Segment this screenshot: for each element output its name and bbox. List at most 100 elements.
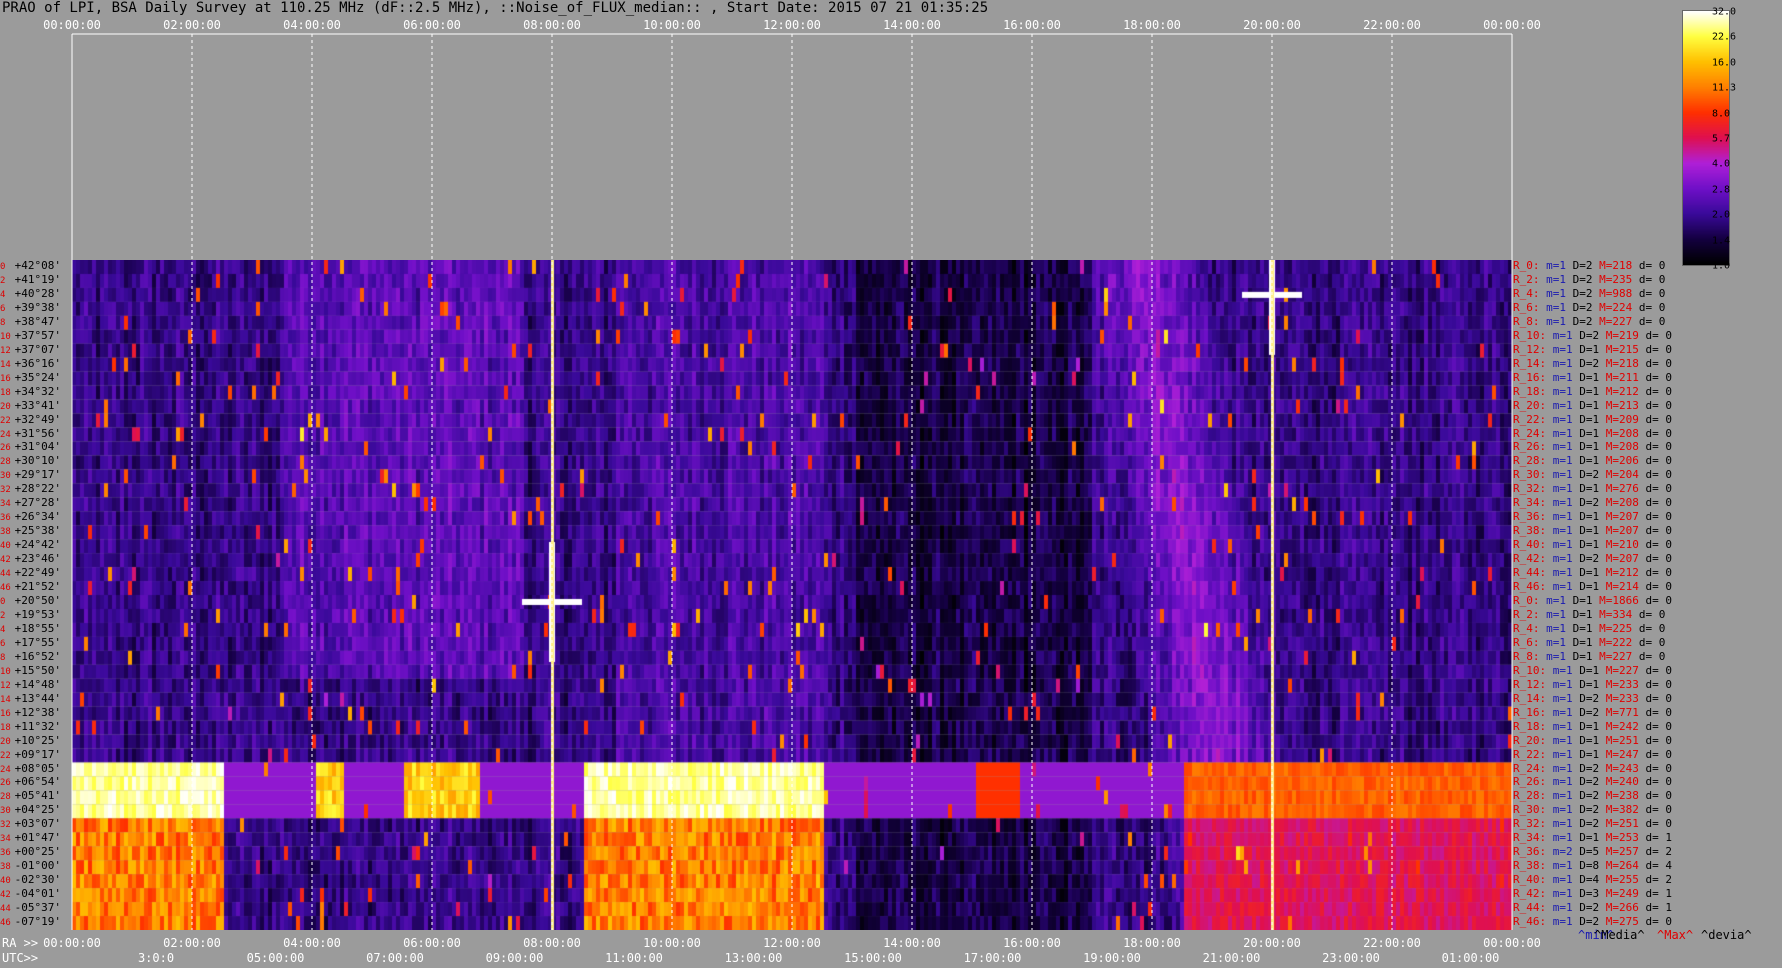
stat-M: M=227 [1599, 314, 1639, 328]
declination-value: +41°19' [8, 272, 61, 286]
declination-label: 40 +24°42' [0, 539, 61, 552]
stat-m: m=1 [1552, 552, 1580, 566]
declination-value: +17°55' [8, 635, 61, 649]
stat-m: m=1 [1552, 901, 1580, 915]
stat-M: M=214 [1605, 580, 1646, 594]
stat-dd: d= 0 [1638, 621, 1666, 635]
utc-tick: 19:00:00 [1083, 951, 1141, 965]
stat-d: D=2 [1579, 803, 1606, 817]
ra-tick: 20:00:00 [1243, 936, 1301, 950]
stat-M: M=208 [1605, 440, 1646, 454]
stat-dd: d= 0 [1645, 733, 1673, 747]
stat-dd: d= 0 [1645, 342, 1673, 356]
stat-M: M=253 [1605, 831, 1646, 845]
row-stat: R_38: m=1 D=8 M=264 d= 4 [1513, 860, 1672, 872]
stat-d: D=1 [1579, 538, 1606, 552]
stat-d: D=1 [1579, 566, 1606, 580]
stat-dd: d= 0 [1638, 286, 1666, 300]
utc-tick: 01:00:00 [1441, 951, 1500, 965]
stat-dd: d= 0 [1645, 580, 1673, 594]
declination-label: 24 +08°05' [0, 762, 61, 776]
stat-d: D=3 [1579, 887, 1606, 901]
declination-label: 0 +20°50' [0, 595, 61, 608]
row-stat: R_6: m=1 D=1 M=222 d= 0 [1513, 635, 1665, 649]
declination-value: +33°41' [8, 398, 61, 412]
utc-tick: 21:00:00 [1202, 951, 1261, 965]
row-stat: R_6: m=1 D=2 M=224 d= 0 [1513, 301, 1665, 314]
stat-M: M=208 [1605, 426, 1646, 440]
stat-m: m=1 [1552, 677, 1580, 691]
row-stat: R_2: m=1 D=1 M=334 d= 0 [1513, 608, 1665, 621]
stat-dd: d= 1 [1645, 901, 1673, 915]
stat-dd: d= 0 [1645, 538, 1673, 552]
declination-label: 32 +03°07' [0, 818, 61, 831]
row-index: 42 [0, 555, 11, 566]
stat-M: M=255 [1605, 873, 1646, 887]
stat-m: m=1 [1546, 286, 1573, 300]
stat-M: M=215 [1605, 342, 1646, 356]
stat-M: M=207 [1605, 510, 1646, 524]
row-stat: R_8: m=1 D=1 M=227 d= 0 [1513, 650, 1665, 663]
colorbar-tick: 4.0 [1712, 158, 1731, 170]
declination-value: +37°57' [8, 328, 61, 342]
row-stat: R_30: m=1 D=2 M=382 d= 0 [1513, 804, 1672, 816]
stat-M: M=1866 [1599, 594, 1646, 607]
row-stat: R_10: m=1 D=1 M=227 d= 0 [1513, 663, 1672, 677]
stat-M: M=219 [1605, 328, 1646, 342]
stat-m: m=1 [1552, 482, 1580, 496]
stat-r: R_16: [1513, 370, 1553, 384]
stat-dd: d= 0 [1645, 775, 1673, 789]
legend-max: ^Max^ [1657, 928, 1694, 942]
stat-d: D=2 [1579, 761, 1606, 775]
row-index: 0 [0, 262, 6, 272]
row-stat: R_24: m=1 D=2 M=243 d= 0 [1513, 761, 1672, 775]
stat-dd: d= 0 [1645, 817, 1673, 831]
declination-label: 20 +10°25' [0, 734, 61, 748]
stat-dd: d= 0 [1645, 524, 1673, 538]
stat-r: R_30: [1513, 803, 1553, 817]
stat-m: m=1 [1546, 259, 1573, 272]
row-index: 24 [0, 429, 11, 440]
stat-dd: d= 0 [1645, 510, 1673, 524]
stat-d: D=1 [1579, 524, 1606, 538]
declination-value: +01°47' [8, 831, 61, 845]
declination-label: 26 +31°04' [0, 441, 61, 454]
stat-dd: d= 0 [1645, 426, 1673, 440]
row-index: 36 [0, 513, 11, 524]
stat-dd: d= 0 [1645, 552, 1673, 566]
stat-M: M=251 [1605, 733, 1646, 747]
row-index: 12 [0, 345, 11, 356]
stat-r: R_36: [1513, 845, 1553, 859]
row-stat: R_18: m=1 D=1 M=242 d= 0 [1513, 719, 1672, 733]
declination-label: 14 +13°44' [0, 692, 61, 706]
declination-label: 42 -04°01' [0, 888, 61, 901]
row-index: 44 [0, 904, 11, 915]
stat-d: D=2 [1572, 286, 1600, 300]
stat-m: m=1 [1552, 454, 1580, 468]
stat-d: D=2 [1579, 356, 1606, 370]
declination-label: 6 +17°55' [0, 635, 61, 650]
stat-M: M=204 [1605, 468, 1646, 482]
stat-dd: d= 0 [1645, 384, 1673, 398]
stat-d: D=2 [1579, 705, 1606, 719]
row-stat: R_14: m=1 D=2 M=233 d= 0 [1513, 692, 1672, 705]
stat-d: D=1 [1579, 719, 1606, 733]
stat-m: m=1 [1552, 496, 1580, 510]
stat-d: D=1 [1579, 663, 1606, 677]
stat-r: R_36: [1513, 510, 1553, 524]
stat-m: m=1 [1552, 761, 1580, 775]
declination-value: +00°25' [8, 845, 61, 859]
stat-r: R_34: [1513, 831, 1553, 845]
stat-M: M=264 [1605, 859, 1646, 873]
stat-m: m=1 [1546, 314, 1573, 328]
declination-label: 6 +39°38' [0, 301, 61, 315]
stat-dd: d= 2 [1645, 873, 1673, 887]
utc-tick: 17:00:00 [963, 951, 1022, 965]
utc-tick: 15:00:00 [844, 951, 902, 965]
stat-M: M=242 [1605, 719, 1646, 733]
declination-value: +12°38' [8, 705, 61, 719]
stat-m: m=1 [1546, 635, 1573, 649]
declination-value: +09°17' [8, 747, 61, 761]
declination-value: +23°46' [8, 552, 61, 566]
row-stat: R_28: m=1 D=2 M=238 d= 0 [1513, 790, 1672, 802]
